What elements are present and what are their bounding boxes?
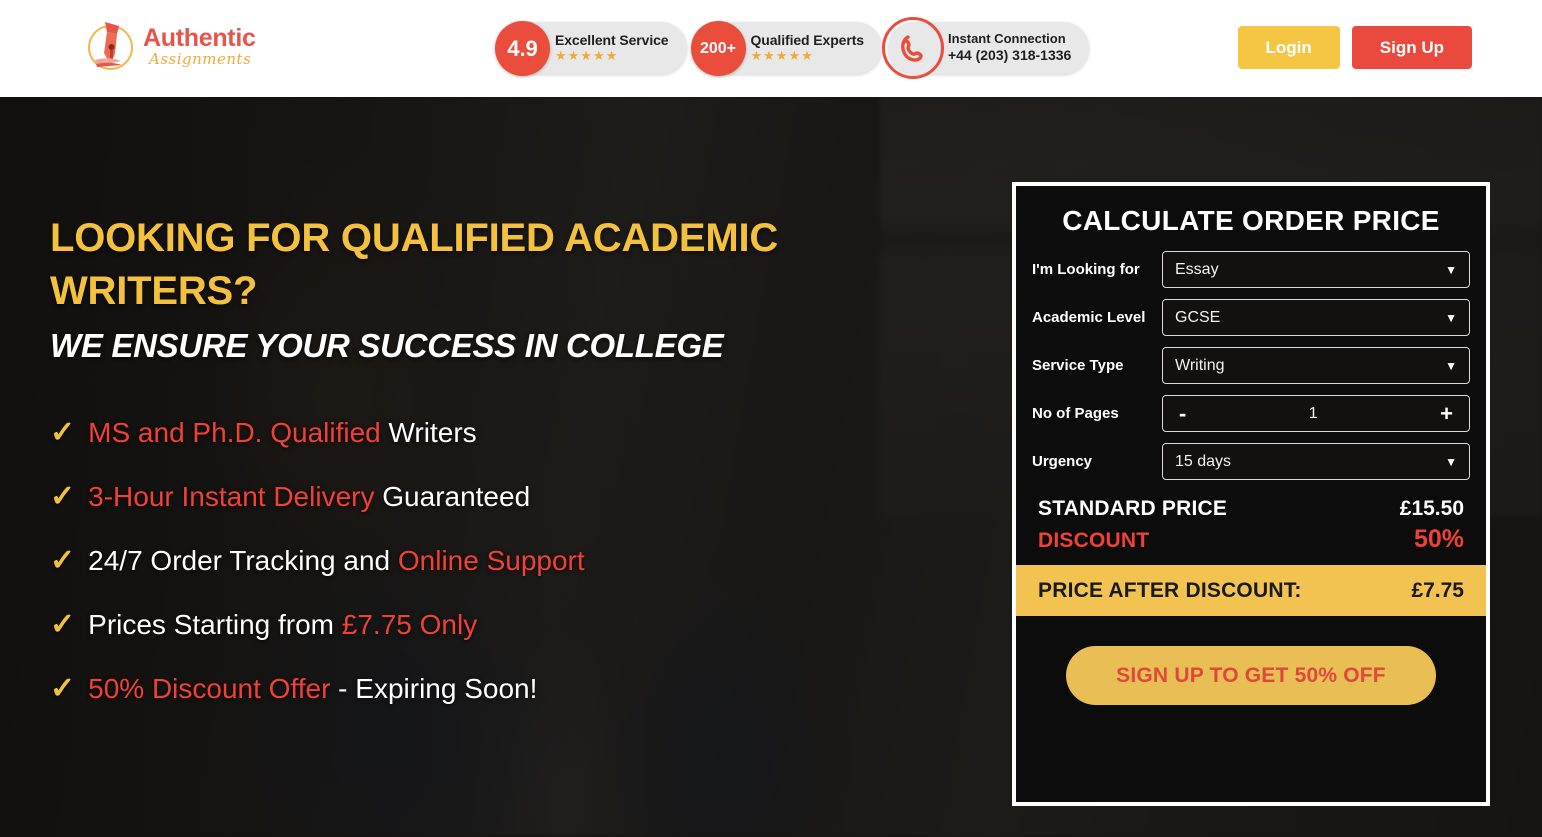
feature-list-item-text: 3-Hour Instant Delivery Guaranteed [88,481,530,513]
badge-qualified-experts: 200+ Qualified Experts ★★★★★ [690,21,882,76]
badge-instant-connection[interactable]: Instant Connection +44 (203) 318-1336 [881,17,1090,79]
feature-list-item-text: 24/7 Order Tracking and Online Support [88,545,585,577]
calculator-field-row: Service Type Writing ▼ [1032,347,1470,384]
feature-list-item: ✓ 24/7 Order Tracking and Online Support [50,545,585,577]
badge-count-circle: 200+ [690,21,746,76]
feature-list-item: ✓ 50% Discount Offer - Expiring Soon! [50,673,585,705]
feature-highlight-text: 3-Hour Instant Delivery [88,481,375,512]
calculator-field-row: I'm Looking for Essay ▼ [1032,251,1470,288]
logo-name-primary: Authentic [143,23,256,52]
calculator-field-row: No of Pages - 1 + [1032,395,1470,432]
feature-list-item: ✓ Prices Starting from £7.75 Only [50,609,585,641]
chevron-down-icon: ▼ [1445,310,1457,325]
badge-title: Excellent Service [555,31,669,48]
calculator-field-label: Service Type [1032,356,1124,374]
price-after-discount-value: £7.75 [1411,578,1464,602]
phone-handset-icon [881,17,944,79]
headline-line-2: WRITERS? [50,269,258,314]
chevron-down-icon: ▼ [1445,454,1457,469]
check-icon: ✓ [50,608,76,641]
price-after-discount-label: PRICE AFTER DISCOUNT: [1038,578,1302,602]
fountain-pen-nib-icon [85,18,137,74]
hero-headline-block: LOOKING FOR QUALIFIED ACADEMIC WRITERS? … [50,212,950,365]
calculator-select-1[interactable]: Essay ▼ [1162,251,1470,288]
site-header: Authentic Assignments 4.9 Excellent Serv… [0,0,1542,97]
hero-subheadline: WE ENSURE YOUR SUCCESS IN COLLEGE [50,327,724,365]
badge-excellent-service: 4.9 Excellent Service ★★★★★ [495,21,687,76]
feature-list-item: ✓ MS and Ph.D. Qualified Writers [50,417,585,449]
star-rating-icon: ★★★★★ [750,48,814,64]
discount-row: DISCOUNT 50% [1038,525,1464,554]
feature-plain-text: Guaranteed [374,481,531,512]
feature-highlight-text: £7.75 Only [341,609,478,640]
check-icon: ✓ [50,480,76,513]
headline-line-1: LOOKING FOR QUALIFIED ACADEMIC [50,216,779,260]
badge-title: Qualified Experts [750,31,865,48]
chevron-down-icon: ▼ [1445,358,1457,373]
calculator-field-row: Urgency 15 days ▼ [1032,443,1470,480]
check-icon: ✓ [50,672,76,705]
standard-price-label: STANDARD PRICE [1038,497,1228,520]
signup-button[interactable]: Sign Up [1351,26,1472,69]
chevron-down-icon: ▼ [1445,262,1457,277]
discount-label: DISCOUNT [1038,529,1150,552]
signup-discount-cta-button[interactable]: SIGN UP TO GET 50% OFF [1066,646,1436,705]
login-button[interactable]: Login [1237,26,1340,69]
price-summary: STANDARD PRICE £15.50 DISCOUNT 50% [1016,491,1486,554]
site-logo[interactable]: Authentic Assignments [85,18,256,74]
order-price-calculator: CALCULATE ORDER PRICE I'm Looking for Ess… [1012,182,1490,806]
discount-value: 50% [1413,525,1464,553]
feature-list-item-text: MS and Ph.D. Qualified Writers [88,417,477,449]
calculator-field-label: No of Pages [1032,404,1119,422]
feature-plain-text: Writers [380,417,477,448]
calculator-select-value: 15 days [1175,452,1232,470]
calculator-field-row: Academic Level GCSE ▼ [1032,299,1470,336]
pages-decrement-button[interactable]: - [1179,402,1186,425]
hero-section: LOOKING FOR QUALIFIED ACADEMIC WRITERS? … [0,97,1542,837]
standard-price-value: £15.50 [1399,497,1464,520]
feature-plain-text: - Expiring Soon! [330,673,538,704]
feature-highlight-text: Online Support [397,545,585,576]
calculator-select-value: Essay [1175,260,1219,278]
feature-list-item: ✓ 3-Hour Instant Delivery Guaranteed [50,481,585,513]
feature-plain-text: 24/7 Order Tracking and [88,545,398,576]
calculator-select-value: GCSE [1175,308,1221,326]
calculator-select-3[interactable]: Writing ▼ [1162,347,1470,384]
badge-rating-circle: 4.9 [495,21,550,76]
calculator-title: CALCULATE ORDER PRICE [1062,205,1440,236]
feature-plain-text: Prices Starting from [88,609,342,640]
phone-badge-title: Instant Connection [947,31,1066,47]
calculator-fields: I'm Looking for Essay ▼ Academic Level GCSE ▼… [1016,251,1486,480]
standard-price-row: STANDARD PRICE £15.50 [1038,497,1464,521]
logo-name-secondary: Assignments [149,49,252,68]
feature-highlight-text: MS and Ph.D. Qualified [88,417,381,448]
star-rating-icon: ★★★★★ [555,48,619,64]
check-icon: ✓ [50,416,76,449]
calculator-field-label: Urgency [1032,452,1093,470]
feature-highlight-text: 50% Discount Offer [88,673,331,704]
phone-number[interactable]: +44 (203) 318-1336 [948,47,1071,63]
calculator-select-value: Writing [1175,356,1225,374]
pages-stepper: - 1 + [1162,395,1470,432]
calculator-select-5[interactable]: 15 days ▼ [1162,443,1470,480]
pages-increment-button[interactable]: + [1440,402,1453,425]
check-icon: ✓ [50,544,76,577]
calculator-field-label: Academic Level [1032,308,1146,326]
feature-list-item-text: 50% Discount Offer - Expiring Soon! [88,673,537,705]
trust-badges: 4.9 Excellent Service ★★★★★ 200+ Qualifi… [495,17,1095,79]
feature-list-item-text: Prices Starting from £7.75 Only [88,609,477,641]
calculator-field-label: I'm Looking for [1032,260,1140,278]
auth-buttons: Login Sign Up [1237,26,1472,69]
calculator-select-2[interactable]: GCSE ▼ [1162,299,1470,336]
price-after-discount-bar: PRICE AFTER DISCOUNT: £7.75 [1016,565,1486,616]
hero-feature-list: ✓ MS and Ph.D. Qualified Writers ✓ 3-Hour I… [50,417,585,737]
pages-value: 1 [1308,404,1318,422]
